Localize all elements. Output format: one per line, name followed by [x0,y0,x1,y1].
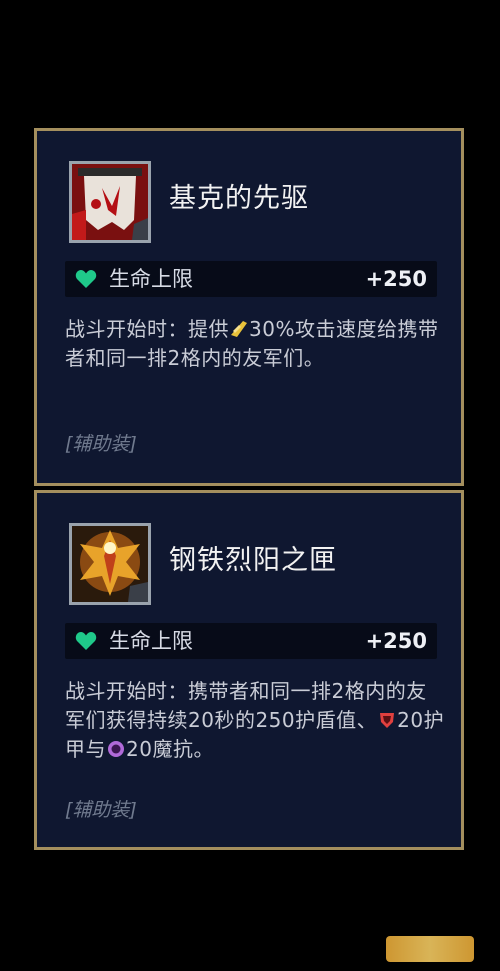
stat-label: 生命上限 [109,267,193,291]
sun-emblem-icon [69,523,151,605]
item-description: 战斗开始时：提供 30%攻击速度给携带者和同一排2格内的友军们。 [65,317,439,370]
item-tag: [辅助装] [65,799,137,821]
item-card-locket-of-iron-solari[interactable]: 钢铁烈阳之匣 生命上限 +250 战斗开始时：携带者和同一排2格内的友军们获得持… [34,490,464,850]
item-card-zekes-herald[interactable]: 基克的先驱 生命上限 +250 战斗开始时：提供 30%攻击速度给携带者和同一排… [34,128,464,486]
item-name: 基克的先驱 [169,183,309,214]
magic-resist-icon [108,741,124,757]
stat-label: 生命上限 [109,629,193,653]
stat-value: +250 [365,267,427,291]
stat-bar: 生命上限 +250 [65,623,437,659]
stat-value: +250 [365,629,427,653]
heart-icon [75,632,97,650]
heart-icon [75,270,97,288]
item-tag: [辅助装] [65,433,137,455]
stat-bar: 生命上限 +250 [65,261,437,297]
item-name: 钢铁烈阳之匣 [169,545,337,576]
item-description: 战斗开始时：携带者和同一排2格内的友军们获得持续20秒的250护盾值、 20护甲… [65,679,445,761]
attack-speed-icon [231,321,247,337]
watermark-logo [386,936,474,962]
banner-emblem-icon [69,161,151,243]
armor-icon [380,713,395,728]
